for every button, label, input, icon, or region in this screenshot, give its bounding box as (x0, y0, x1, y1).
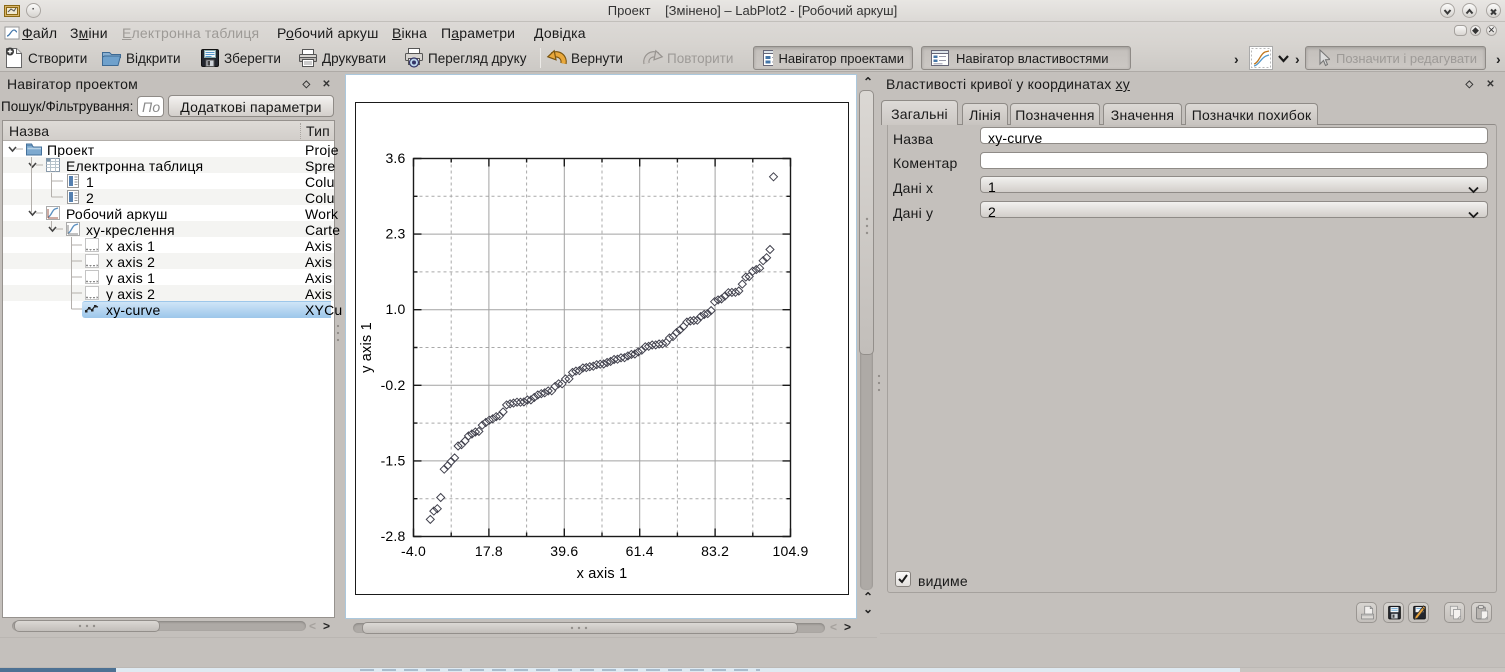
svg-text:y axis 1: y axis 1 (359, 322, 375, 373)
svg-text:83.2: 83.2 (701, 543, 729, 559)
svg-text:-1.5: -1.5 (381, 452, 406, 468)
svg-text:-2.8: -2.8 (381, 528, 406, 544)
svg-text:x axis 1: x axis 1 (577, 566, 628, 582)
svg-text:104.9: 104.9 (772, 543, 808, 559)
svg-text:17.8: 17.8 (475, 543, 503, 559)
svg-text:2.3: 2.3 (385, 226, 405, 242)
svg-text:61.4: 61.4 (626, 543, 654, 559)
svg-text:39.6: 39.6 (550, 543, 578, 559)
svg-text:-0.2: -0.2 (381, 377, 406, 393)
svg-text:3.6: 3.6 (385, 150, 405, 166)
svg-text:1.0: 1.0 (385, 301, 405, 317)
svg-text:-4.0: -4.0 (401, 543, 426, 559)
